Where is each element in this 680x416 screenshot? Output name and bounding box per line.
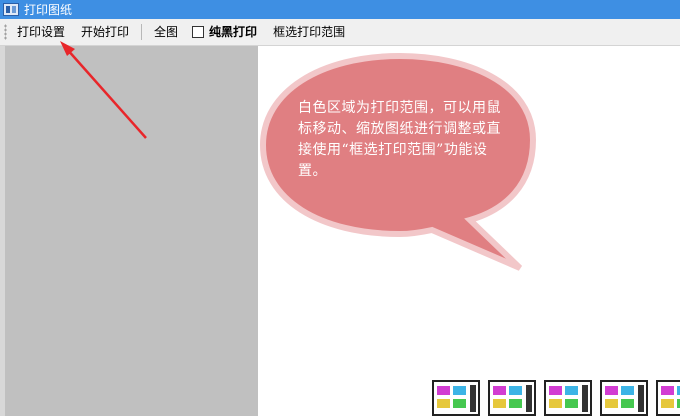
toolbar-grip-icon[interactable] [4,24,7,40]
sheet-thumbnails [432,380,680,416]
select-print-range-button[interactable]: 框选打印范围 [269,22,349,42]
toolbar-separator [141,24,143,40]
start-print-button[interactable]: 开始打印 [77,22,133,42]
window-title: 打印图纸 [24,3,73,17]
toolbar: 打印设置 开始打印 全图 纯黑打印 框选打印范围 [0,19,680,46]
pure-black-print-checkbox[interactable] [192,26,205,38]
pure-black-print-label[interactable]: 纯黑打印 [209,22,261,42]
app-icon [3,3,19,16]
full-view-button[interactable]: 全图 [150,22,182,42]
sheet-thumbnail[interactable] [656,380,680,416]
sheet-thumbnail[interactable] [488,380,536,416]
sheet-thumbnail[interactable] [544,380,592,416]
title-bar: 打印图纸 [0,0,680,19]
callout-text: 白色区域为打印范围，可以用鼠标移动、缩放图纸进行调整或直接使用“框选打印范围”功… [298,100,501,179]
print-settings-button[interactable]: 打印设置 [13,22,69,42]
outside-print-area [0,46,258,416]
sheet-thumbnail[interactable] [432,380,480,416]
sheet-thumbnail[interactable] [600,380,648,416]
